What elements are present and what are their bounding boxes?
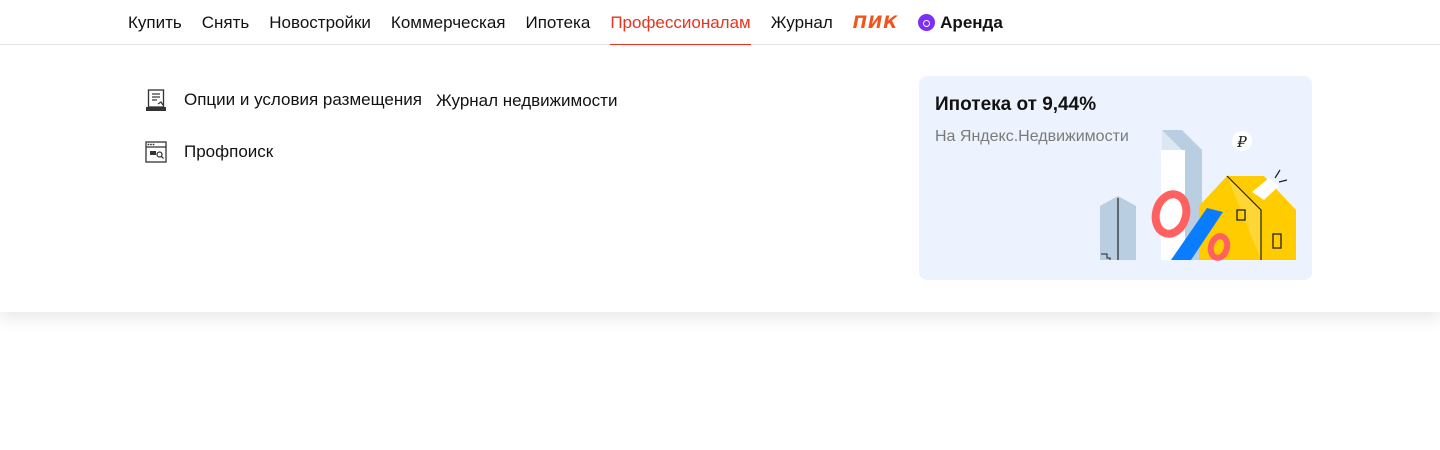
top-navigation: Купить Снять Новостройки Коммерческая Ип… (0, 0, 1440, 46)
arenda-logo-icon (918, 14, 936, 31)
menu-item-realty-journal[interactable]: Журнал недвижимости (436, 91, 617, 111)
profsearch-label: Профпоиск (184, 142, 274, 161)
nav-item-new-buildings[interactable]: Новостройки (269, 0, 371, 45)
pik-logo-text: ПИК (852, 12, 899, 33)
nav-item-arenda[interactable]: Аренда (918, 0, 1003, 45)
nav-item-professionals[interactable]: Профессионалам (610, 0, 752, 46)
svg-text:₽: ₽ (1236, 133, 1247, 151)
document-stamp-icon (145, 88, 167, 112)
professionals-dropdown: Опции и условия размещения Журнал недвиж… (0, 45, 1440, 312)
nav-item-mortgage[interactable]: Ипотека (525, 0, 590, 45)
nav-item-rent[interactable]: Снять (202, 0, 250, 45)
promo-title: Ипотека от 9,44% (935, 94, 1097, 115)
placement-options-label: Опции и условия размещения (184, 90, 422, 109)
menu-item-placement-options[interactable]: Опции и условия размещения (145, 88, 422, 112)
nav-item-commercial[interactable]: Коммерческая (391, 0, 506, 45)
nav-item-journal[interactable]: Журнал (771, 0, 833, 45)
nav-item-buy[interactable]: Купить (128, 0, 182, 45)
menu-item-profsearch[interactable]: Профпоиск (145, 140, 273, 164)
arenda-label: Аренда (940, 12, 1003, 32)
pik-logo[interactable]: ПИК (853, 0, 898, 45)
browser-search-icon (145, 140, 167, 164)
mortgage-promo-card[interactable]: Ипотека от 9,44% На Яндекс.Недвижимости (919, 76, 1312, 280)
nav-list: Купить Снять Новостройки Коммерческая Ип… (128, 0, 1003, 46)
house-percent-illustration: ₽ (1099, 126, 1312, 271)
